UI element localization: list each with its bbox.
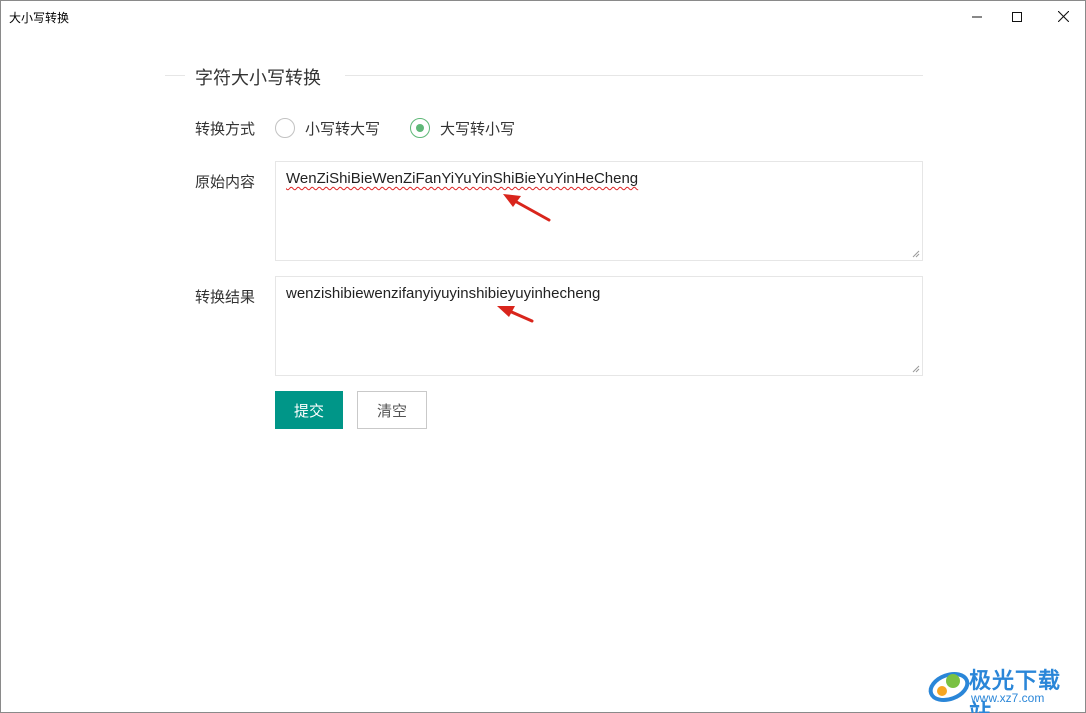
watermark-url: www.xz7.com bbox=[971, 691, 1045, 705]
result-label: 转换结果 bbox=[195, 288, 256, 306]
minimize-icon bbox=[972, 16, 982, 17]
radio-circle-unchecked[interactable] bbox=[275, 118, 295, 138]
form-legend: 字符大小写转换 bbox=[195, 68, 321, 89]
watermark-title: 极光下载站 bbox=[969, 669, 1062, 713]
fieldset-divider-left bbox=[165, 75, 185, 76]
maximize-button[interactable] bbox=[994, 1, 1040, 32]
mode-label: 转换方式 bbox=[195, 120, 256, 138]
resize-grip-icon[interactable] bbox=[912, 365, 920, 373]
source-label: 原始内容 bbox=[195, 173, 256, 191]
title-bar[interactable]: 大小写转换 bbox=[1, 1, 1085, 32]
result-textarea[interactable]: wenzishibiewenzifanyiyuyinshibieyuyinhec… bbox=[275, 276, 923, 376]
clear-button[interactable]: 清空 bbox=[357, 391, 427, 429]
radio-label: 小写转大写 bbox=[305, 119, 381, 138]
resize-grip-icon[interactable] bbox=[912, 250, 920, 258]
radio-lower-to-upper[interactable]: 小写转大写 bbox=[275, 117, 380, 139]
close-button[interactable] bbox=[1040, 1, 1086, 32]
app-window: 大小写转换 字符大小写转换 转换方式 小写转大写 大写转小写 原始内容 WenZ… bbox=[0, 0, 1086, 713]
watermark: 极光下载站 www.xz7.com bbox=[927, 661, 1077, 713]
radio-circle-checked[interactable] bbox=[410, 118, 430, 138]
submit-button[interactable]: 提交 bbox=[275, 391, 343, 429]
radio-upper-to-lower[interactable]: 大写转小写 bbox=[410, 117, 515, 139]
watermark-logo-icon bbox=[928, 671, 970, 703]
fieldset-divider-right bbox=[345, 75, 923, 76]
source-text: WenZiShiBieWenZiFanYiYuYinShiBieYuYinHeC… bbox=[286, 170, 639, 187]
window-title: 大小写转换 bbox=[9, 11, 70, 25]
maximize-icon bbox=[1012, 11, 1022, 22]
radio-label: 大写转小写 bbox=[440, 119, 516, 138]
source-textarea[interactable]: WenZiShiBieWenZiFanYiYuYinShiBieYuYinHeC… bbox=[275, 161, 923, 261]
result-text: wenzishibiewenzifanyiyuyinshibieyuyinhec… bbox=[286, 285, 601, 302]
close-icon bbox=[1057, 11, 1069, 22]
